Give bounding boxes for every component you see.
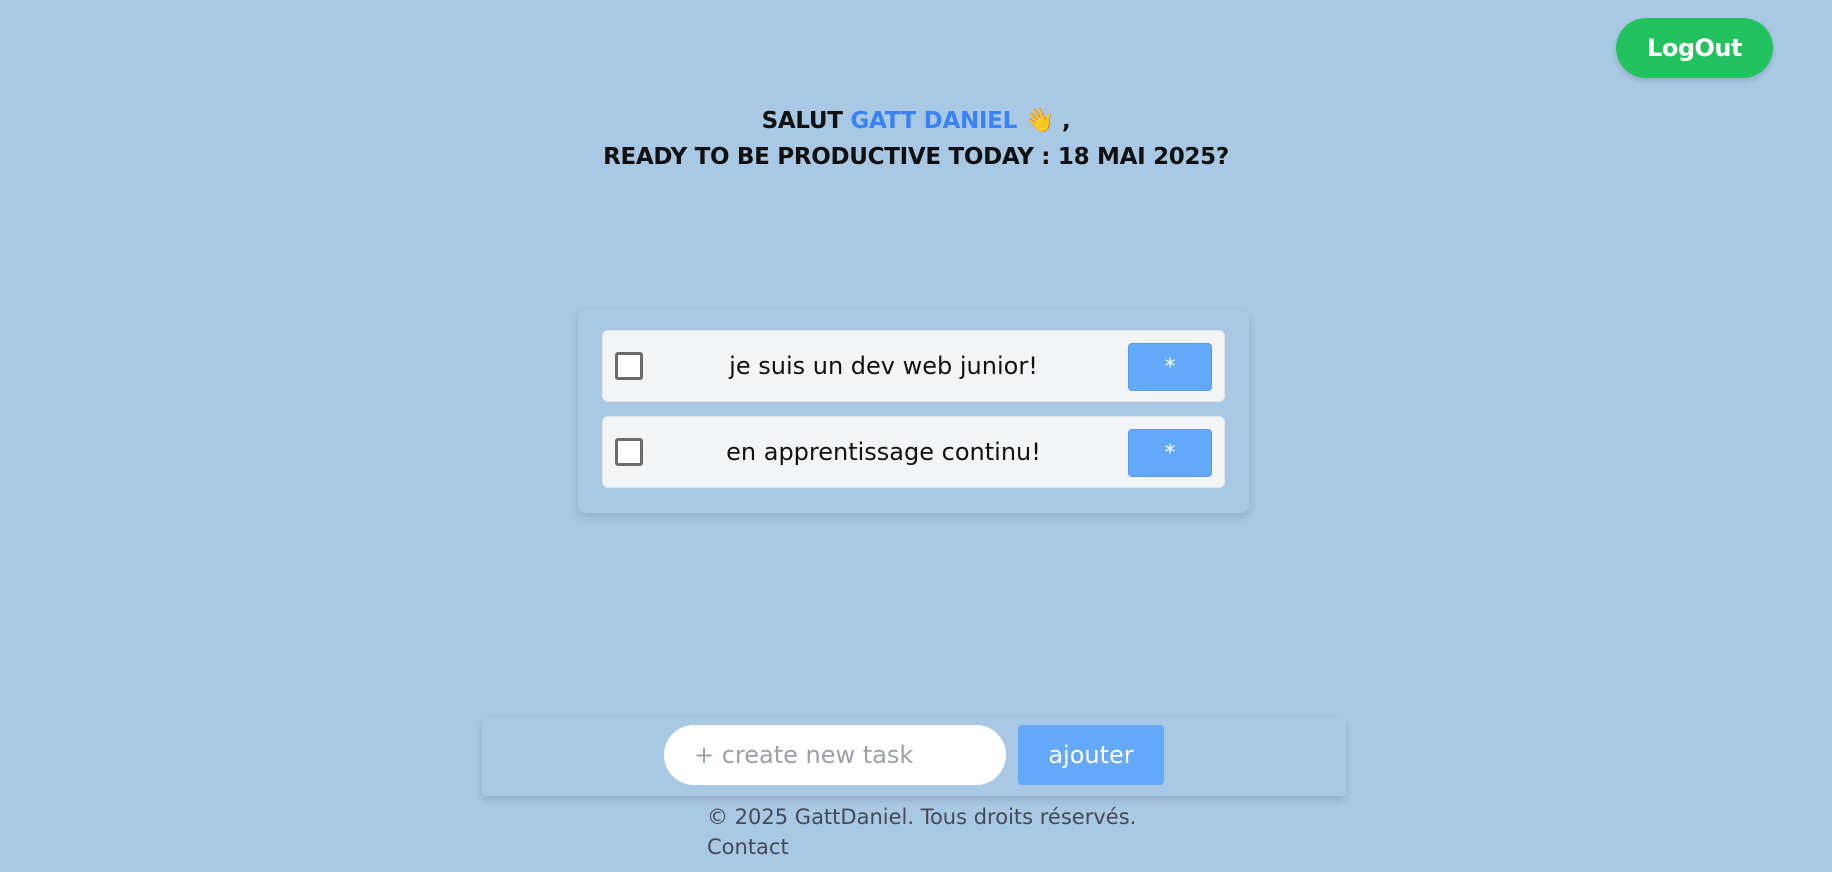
add-task-bar: ajouter xyxy=(482,718,1346,796)
add-task-button[interactable]: ajouter xyxy=(1018,725,1164,785)
wave-hand-icon: 👋 xyxy=(1024,106,1055,134)
task-list: je suis un dev web junior! * en apprenti… xyxy=(578,310,1249,513)
task-text: en apprentissage continu! xyxy=(726,438,1041,466)
task-checkbox[interactable] xyxy=(615,438,643,466)
task-action-button[interactable]: * xyxy=(1128,429,1212,477)
logout-button[interactable]: LogOut xyxy=(1616,18,1773,78)
task-checkbox[interactable] xyxy=(615,352,643,380)
greeting-salutation: SALUT xyxy=(761,108,843,134)
task-item: je suis un dev web junior! * xyxy=(602,330,1225,402)
footer-copyright: © 2025 GattDaniel. Tous droits réservés. xyxy=(707,805,1137,829)
greeting-comma: , xyxy=(1061,108,1071,134)
task-action-button[interactable]: * xyxy=(1128,343,1212,391)
contact-link[interactable]: Contact xyxy=(707,832,1136,862)
greeting: SALUT GATT DANIEL 👋 , READY TO BE PRODUC… xyxy=(0,102,1832,175)
task-text: je suis un dev web junior! xyxy=(729,352,1038,380)
task-item: en apprentissage continu! * xyxy=(602,416,1225,488)
greeting-prompt: READY TO BE PRODUCTIVE TODAY : 18 MAI 20… xyxy=(603,144,1229,170)
footer: © 2025 GattDaniel. Tous droits réservés.… xyxy=(707,802,1136,862)
user-name: GATT DANIEL xyxy=(850,108,1017,134)
greeting-line-1: SALUT GATT DANIEL 👋 , xyxy=(0,102,1832,139)
new-task-input[interactable] xyxy=(664,725,1006,785)
